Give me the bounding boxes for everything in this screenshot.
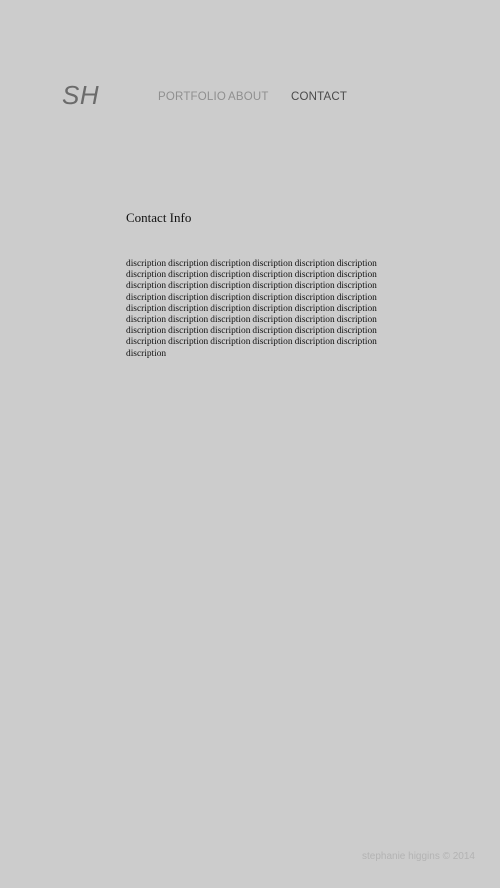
contact-description: discription discription discription disc… [126, 259, 377, 359]
footer-copyright: stephanie higgins © 2014 [361, 851, 475, 862]
site-logo[interactable]: SH [62, 80, 99, 110]
page: SH PORTFOLIO ABOUT CONTACT Contact Info … [0, 0, 500, 888]
nav-item-about[interactable]: ABOUT [228, 90, 269, 104]
nav-item-contact[interactable]: CONTACT [291, 90, 347, 104]
nav-item-portfolio[interactable]: PORTFOLIO [158, 90, 226, 104]
page-title: Contact Info [126, 210, 192, 225]
